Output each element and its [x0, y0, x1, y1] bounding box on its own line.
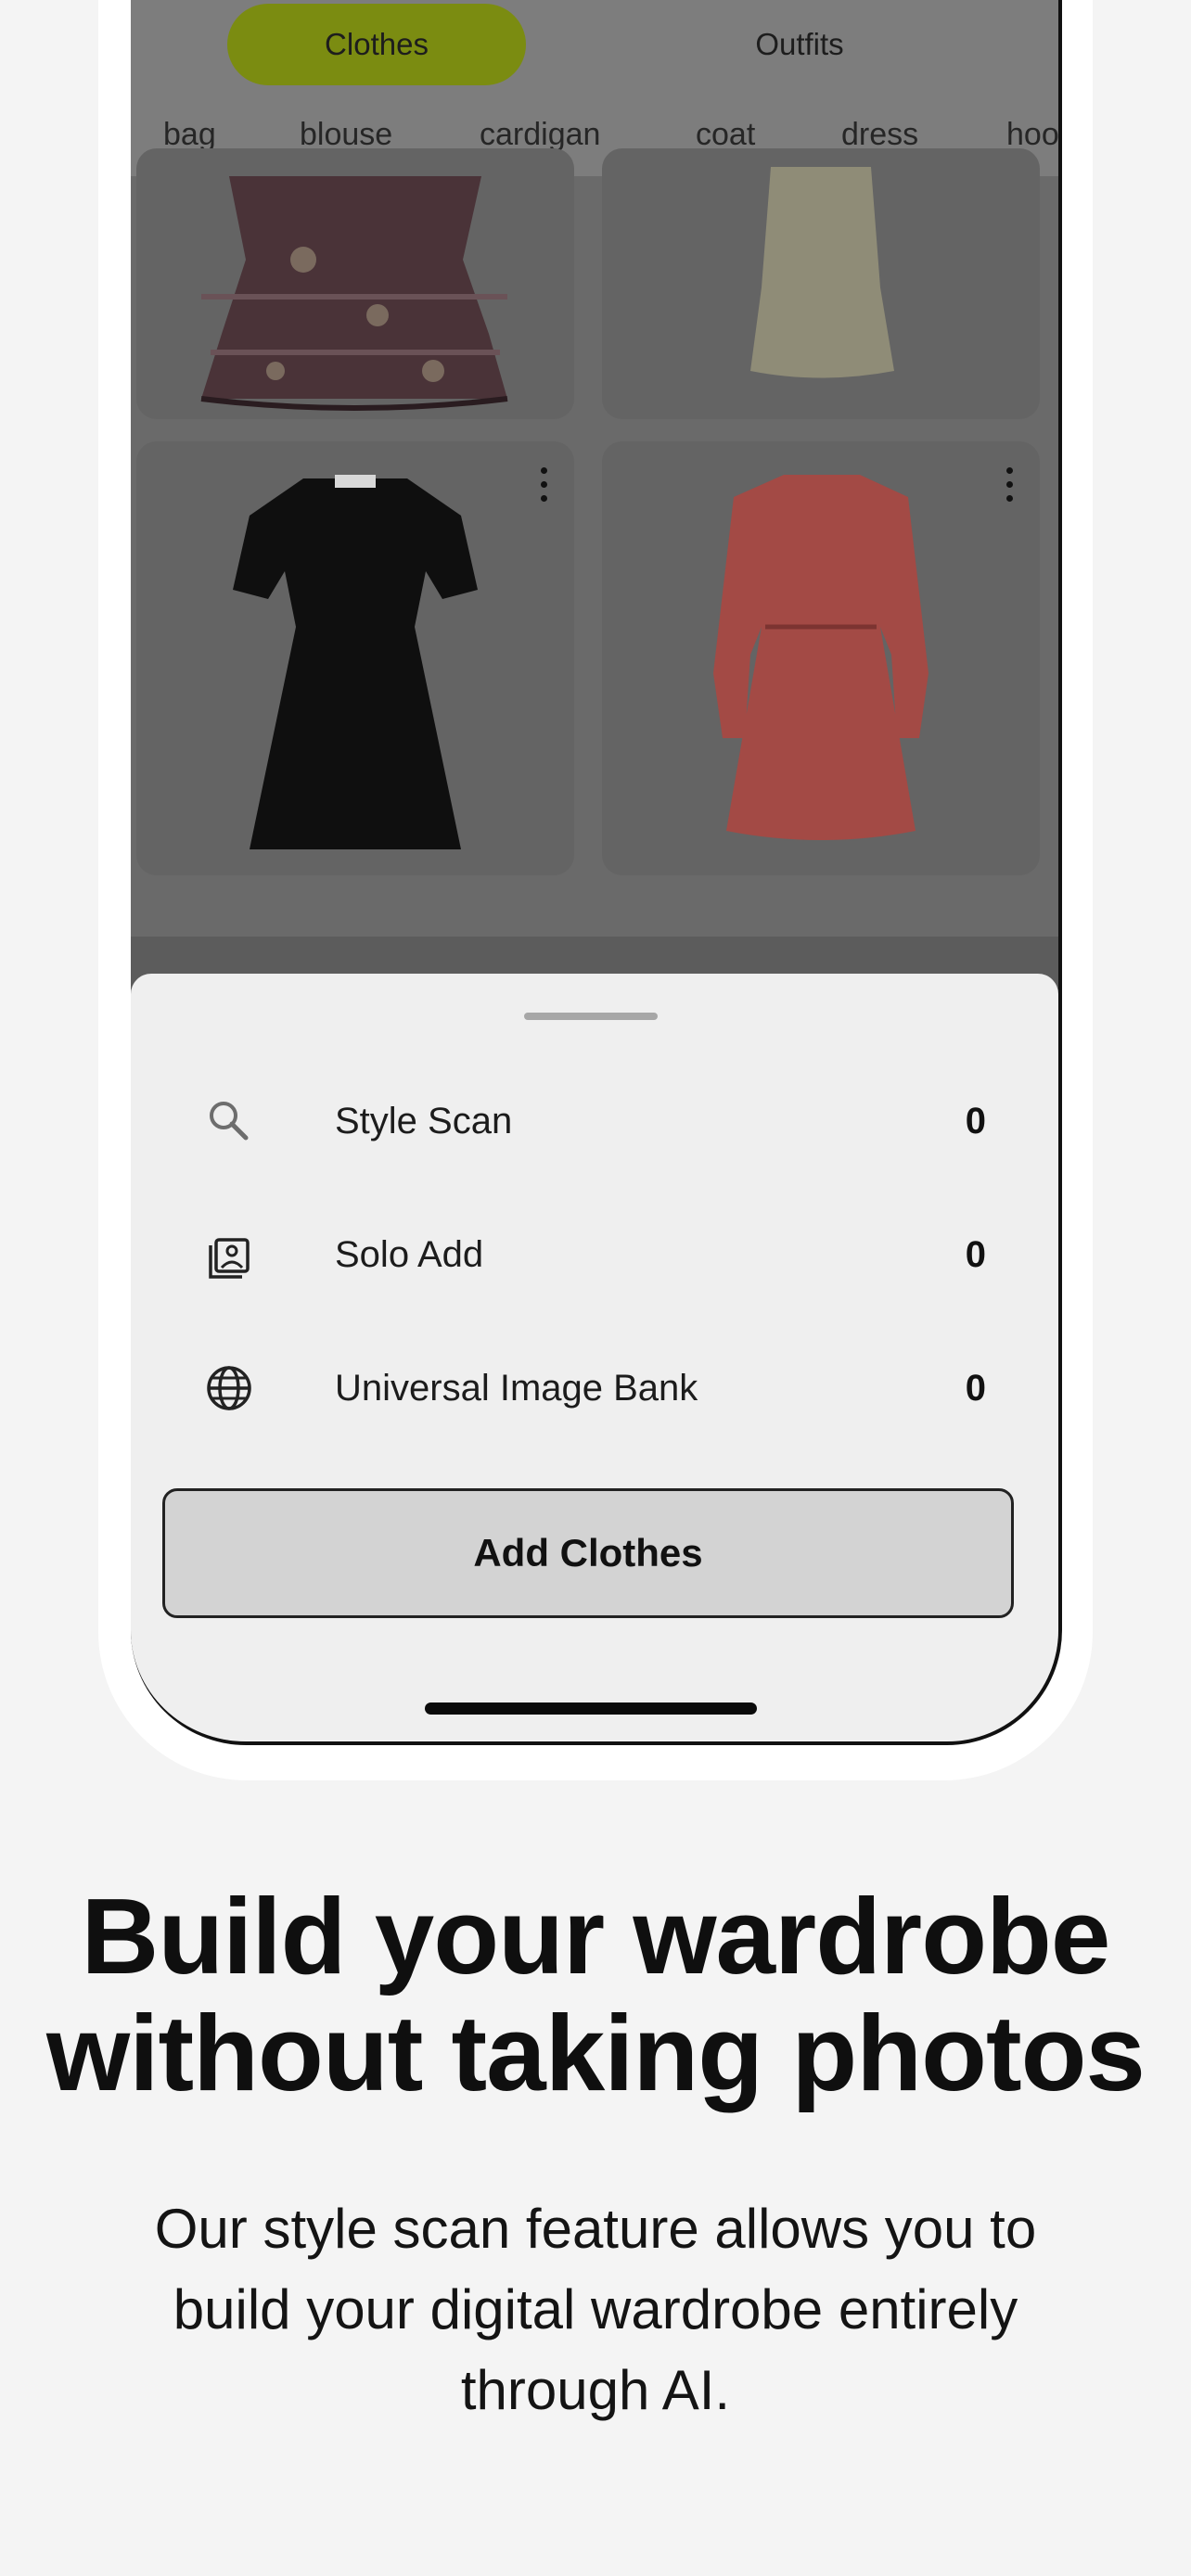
option-label: Style Scan — [335, 1101, 513, 1141]
clothes-grid — [131, 148, 1058, 937]
marketing-description: Our style scan feature allows you to bui… — [56, 2188, 1135, 2430]
black-dress-image — [233, 475, 478, 849]
option-style-scan[interactable]: Style Scan 0 — [131, 1070, 1058, 1172]
slip-dress-image — [750, 167, 894, 378]
description-line: build your digital wardrobe entirely — [173, 2278, 1018, 2340]
clothing-card[interactable] — [136, 148, 574, 419]
clothing-card[interactable] — [602, 148, 1040, 419]
sheet-drag-handle[interactable] — [524, 1013, 658, 1020]
more-options-icon[interactable] — [539, 467, 548, 502]
home-indicator — [425, 1702, 757, 1715]
option-solo-add[interactable]: Solo Add 0 — [131, 1204, 1058, 1306]
red-dress-image — [713, 475, 928, 840]
option-universal-image-bank[interactable]: Universal Image Bank 0 — [131, 1337, 1058, 1439]
tiered-dress-image — [200, 176, 508, 411]
clothing-card[interactable] — [602, 441, 1040, 875]
option-count: 0 — [965, 1368, 986, 1409]
image-gallery-icon — [209, 1238, 250, 1279]
add-clothes-button[interactable]: Add Clothes — [162, 1488, 1014, 1618]
option-label: Solo Add — [335, 1234, 484, 1275]
option-count: 0 — [965, 1234, 986, 1275]
marketing-headline: Build your wardrobe without taking photo… — [0, 1878, 1191, 2111]
option-count: 0 — [965, 1101, 986, 1141]
headline-line: Build your wardrobe — [81, 1876, 1111, 1996]
headline-line: without taking photos — [46, 1993, 1146, 2113]
description-line: Our style scan feature allows you to — [154, 2198, 1037, 2260]
tab-clothes[interactable]: Clothes — [227, 4, 526, 85]
more-options-icon[interactable] — [1005, 467, 1014, 502]
add-clothes-sheet: Style Scan 0 Solo Add 0 Universal Image … — [131, 974, 1058, 1741]
globe-icon — [207, 1366, 251, 1410]
description-line: through AI. — [460, 2359, 731, 2421]
phone-screen: Clothes Outfits bag blouse cardigan coat… — [131, 0, 1062, 1745]
option-label: Universal Image Bank — [335, 1368, 698, 1409]
clothing-card[interactable] — [136, 441, 574, 875]
tab-outfits[interactable]: Outfits — [650, 4, 949, 85]
search-icon — [210, 1102, 249, 1141]
